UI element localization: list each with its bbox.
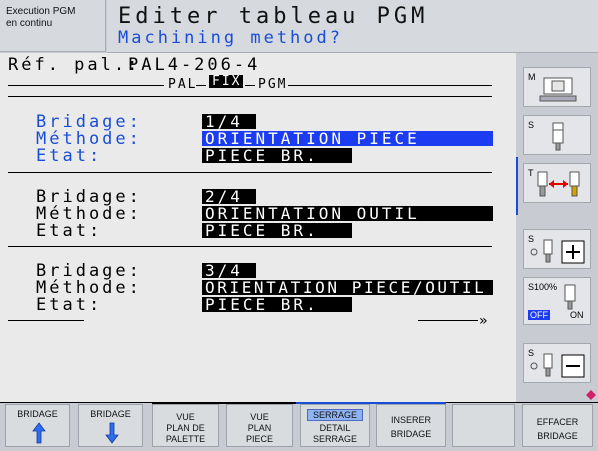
side-button-label: S100% xyxy=(528,282,558,292)
bridage-value[interactable]: 1/4 xyxy=(202,114,256,130)
tab-pgm[interactable]: PGM xyxy=(258,76,287,94)
softkey-inserer-bridage[interactable]: INSERER BRIDAGE xyxy=(376,404,446,447)
ref-label: Réf. pal.: xyxy=(8,55,141,75)
ref-value: PAL4-206-4 xyxy=(128,55,261,75)
arrow-down-icon xyxy=(105,422,119,444)
softkey-label: PALETTE xyxy=(165,434,206,444)
softkey-label: INSERER xyxy=(390,415,431,425)
softkey-label: VUE xyxy=(250,412,269,422)
spindle-plus-icon xyxy=(530,239,585,264)
screen-icon xyxy=(539,77,577,102)
header-divider xyxy=(8,96,492,97)
mode-line-1: Execution PGM xyxy=(6,6,76,17)
tool-change-icon xyxy=(537,171,580,197)
softkey-empty[interactable] xyxy=(452,404,515,447)
softkey-label: DETAIL xyxy=(319,423,351,433)
methode-value[interactable]: ORIENTATION OUTIL xyxy=(202,206,493,222)
softkey-label: BRIDAGE xyxy=(17,409,58,419)
tab-rule-1 xyxy=(196,85,206,86)
side-button-m[interactable]: M xyxy=(523,67,591,107)
softkey-vue-plan-piece[interactable]: VUE PLAN PIECE xyxy=(226,404,293,447)
spindle-icon xyxy=(552,122,564,151)
softkey-effacer-bridage[interactable]: EFFACER BRIDAGE xyxy=(522,404,593,447)
side-button-label: M xyxy=(528,72,536,82)
softkey-bridage-down[interactable]: BRIDAGE xyxy=(78,404,143,447)
alert-icon xyxy=(586,390,596,400)
softkey-bridage-up[interactable]: BRIDAGE xyxy=(5,404,70,447)
page-title: Editer tableau PGM xyxy=(118,4,429,29)
softkey-label: BRIDAGE xyxy=(390,429,432,439)
prompt-subtitle: Machining method? xyxy=(118,28,343,48)
side-button-label: S xyxy=(528,120,535,130)
mode-indicator: Execution PGM en continu xyxy=(0,0,106,52)
bridage-value[interactable]: 2/4 xyxy=(202,189,256,205)
softkey-detail-serrage[interactable]: SERRAGE DETAIL SERRAGE xyxy=(300,404,370,447)
softkey-label: BRIDAGE xyxy=(90,409,131,419)
tab-fix-active[interactable]: FIX xyxy=(209,75,243,88)
side-button-t[interactable]: T xyxy=(523,163,591,203)
etat-label: Etat: xyxy=(36,221,103,241)
softkey-vue-plan-palette[interactable]: VUE PLAN DE PALETTE xyxy=(152,404,219,447)
etat-label: Etat: xyxy=(36,146,103,166)
methode-value[interactable]: ORIENTATION PIECE/OUTIL xyxy=(202,280,493,296)
methode-value-selected[interactable]: ORIENTATION PIECE xyxy=(202,131,493,147)
entry-divider xyxy=(8,246,492,247)
entry-divider-right xyxy=(418,320,478,321)
tab-rule-right xyxy=(288,85,492,86)
more-indicator[interactable]: » xyxy=(479,312,490,330)
softkey-label-active: SERRAGE xyxy=(307,409,363,421)
softkey-label: PIECE xyxy=(245,434,273,444)
tab-rule-left xyxy=(8,85,164,86)
softkey-label: VUE xyxy=(176,412,195,422)
softkey-label: BRIDAGE xyxy=(537,431,578,441)
spindle-icon xyxy=(564,284,576,310)
arrow-up-icon xyxy=(32,422,46,444)
tab-pal[interactable]: PAL xyxy=(168,76,197,94)
mode-line-2: en continu xyxy=(6,18,53,29)
side-button-s[interactable]: S xyxy=(523,115,591,155)
spindle-minus-icon xyxy=(530,353,585,378)
tab-rule-2 xyxy=(245,85,255,86)
etat-value[interactable]: PIECE BR. xyxy=(202,223,352,239)
etat-label: Etat: xyxy=(36,295,103,315)
etat-value[interactable]: PIECE BR. xyxy=(202,297,352,313)
softkey-label: SERRAGE xyxy=(312,434,357,444)
etat-value[interactable]: PIECE BR. xyxy=(202,148,352,164)
side-button-spindle-plus[interactable]: S xyxy=(523,229,591,269)
side-scroll-indicator xyxy=(516,157,518,215)
toggle-off[interactable]: OFF xyxy=(528,310,550,320)
entry-divider-left xyxy=(8,320,84,321)
softkey-label: PLAN DE xyxy=(166,423,205,433)
softkey-label: PLAN xyxy=(247,423,272,433)
side-button-label: T xyxy=(528,168,534,178)
bridage-value[interactable]: 3/4 xyxy=(202,263,256,279)
softkey-label: EFFACER xyxy=(536,417,579,427)
side-button-override[interactable]: S100% OFF ON xyxy=(523,277,591,325)
toggle-on[interactable]: ON xyxy=(570,310,584,320)
side-button-spindle-minus[interactable]: S xyxy=(523,343,591,383)
entry-divider xyxy=(8,172,492,173)
